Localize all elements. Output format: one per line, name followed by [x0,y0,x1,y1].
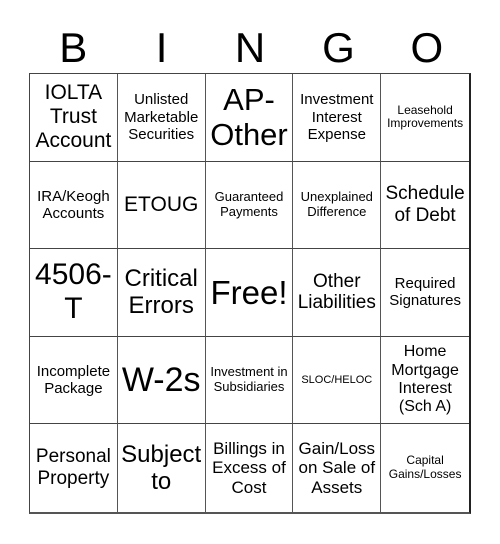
header-letter-g: G [322,24,355,71]
bingo-cell[interactable]: Other Liabilities [293,249,382,337]
bingo-grid: IOLTA Trust Account Unlisted Marketable … [29,73,471,514]
bingo-cell[interactable]: Billings in Excess of Cost [206,424,294,512]
bingo-cell[interactable]: Investment in Subsidiaries [205,336,294,425]
bingo-cell[interactable]: Unexplained Difference [293,161,382,250]
header-letter-i: I [155,24,168,71]
bingo-cell[interactable]: Subject to [118,424,206,512]
bingo-cell[interactable]: Home Mortgage Interest (Sch A) [381,337,469,425]
bingo-cell[interactable]: Guaranteed Payments [205,161,294,250]
bingo-cell[interactable]: Leasehold Improvements [381,74,469,162]
bingo-cell[interactable]: Gain/Loss on Sale of Assets [293,424,382,512]
bingo-cell[interactable]: Required Signatures [381,249,469,337]
bingo-cell[interactable]: Schedule of Debt [381,162,469,250]
bingo-cell[interactable]: 4506-T [30,249,118,337]
header-letter-o: O [410,24,444,71]
bingo-cell[interactable]: Personal Property [30,424,118,512]
bingo-cell[interactable]: Capital Gains/Losses [381,424,469,512]
header-letter-n: N [234,24,266,71]
bingo-cell[interactable]: Incomplete Package [30,336,118,425]
free-space-cell[interactable]: Free! [205,249,294,337]
bingo-cell[interactable]: IOLTA Trust Account [30,74,118,162]
bingo-cell[interactable]: Unlisted Marketable Securities [117,74,206,162]
bingo-cell[interactable]: Investment Interest Expense [293,74,382,162]
bingo-cell[interactable]: W-2s [117,336,206,425]
bingo-header: B I N G O [29,22,471,74]
bingo-cell[interactable]: SLOC/HELOC [293,336,382,425]
bingo-cell[interactable]: Critical Errors [117,249,206,337]
bingo-cell[interactable]: ETOUG [117,161,206,250]
header-letter-b: B [59,24,88,71]
bingo-cell[interactable]: IRA/Keogh Accounts [30,161,118,250]
bingo-cell[interactable]: AP-Other [205,74,294,162]
